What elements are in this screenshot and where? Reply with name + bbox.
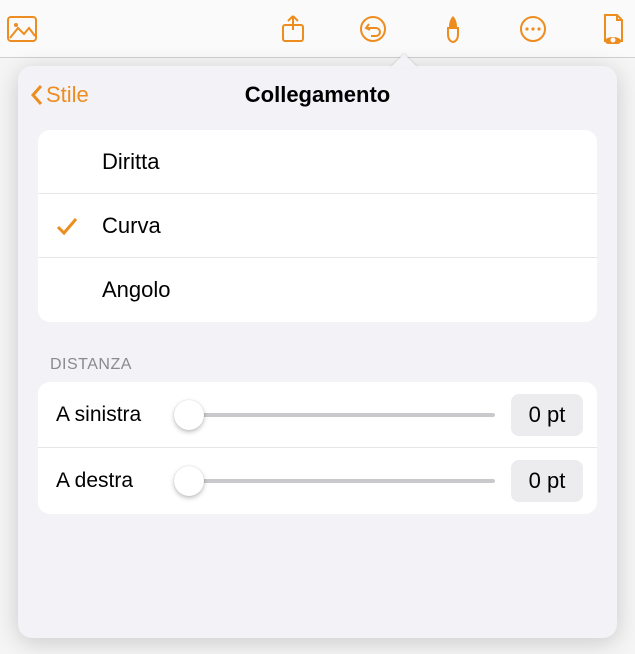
media-icon[interactable]: [6, 13, 38, 45]
slider-label: A destra: [56, 469, 176, 493]
distance-left-slider[interactable]: [176, 399, 495, 431]
checkmark-slot: [56, 216, 102, 236]
undo-icon[interactable]: [357, 13, 389, 45]
slider-thumb[interactable]: [174, 466, 204, 496]
distance-section-label: DISTANZA: [50, 356, 585, 374]
checkmark-icon: [56, 216, 78, 236]
list-item-label: Angolo: [102, 277, 171, 303]
format-brush-icon[interactable]: [437, 13, 469, 45]
toolbar: [0, 0, 635, 58]
back-button[interactable]: Stile: [30, 82, 89, 108]
distance-group: A sinistra 0 pt A destra 0 pt: [38, 382, 597, 514]
document-icon[interactable]: [597, 13, 629, 45]
slider-track: [176, 413, 495, 417]
distance-right-value[interactable]: 0 pt: [511, 460, 583, 502]
distance-row-left: A sinistra 0 pt: [38, 382, 597, 448]
slider-label: A sinistra: [56, 403, 176, 427]
list-item-label: Diritta: [102, 149, 159, 175]
list-item-label: Curva: [102, 213, 161, 239]
popover: Stile Collegamento Diritta Curva Angolo …: [18, 66, 617, 638]
connection-type-angolo[interactable]: Angolo: [38, 258, 597, 322]
chevron-left-icon: [30, 84, 44, 106]
popover-title: Collegamento: [245, 82, 390, 108]
slider-track: [176, 479, 495, 483]
share-icon[interactable]: [277, 13, 309, 45]
distance-right-slider[interactable]: [176, 465, 495, 497]
more-icon[interactable]: [517, 13, 549, 45]
connection-type-diritta[interactable]: Diritta: [38, 130, 597, 194]
distance-left-value[interactable]: 0 pt: [511, 394, 583, 436]
slider-thumb[interactable]: [174, 400, 204, 430]
popover-header: Stile Collegamento: [18, 66, 617, 124]
distance-row-right: A destra 0 pt: [38, 448, 597, 514]
back-label: Stile: [46, 82, 89, 108]
connection-type-curva[interactable]: Curva: [38, 194, 597, 258]
connection-type-list: Diritta Curva Angolo: [38, 130, 597, 322]
